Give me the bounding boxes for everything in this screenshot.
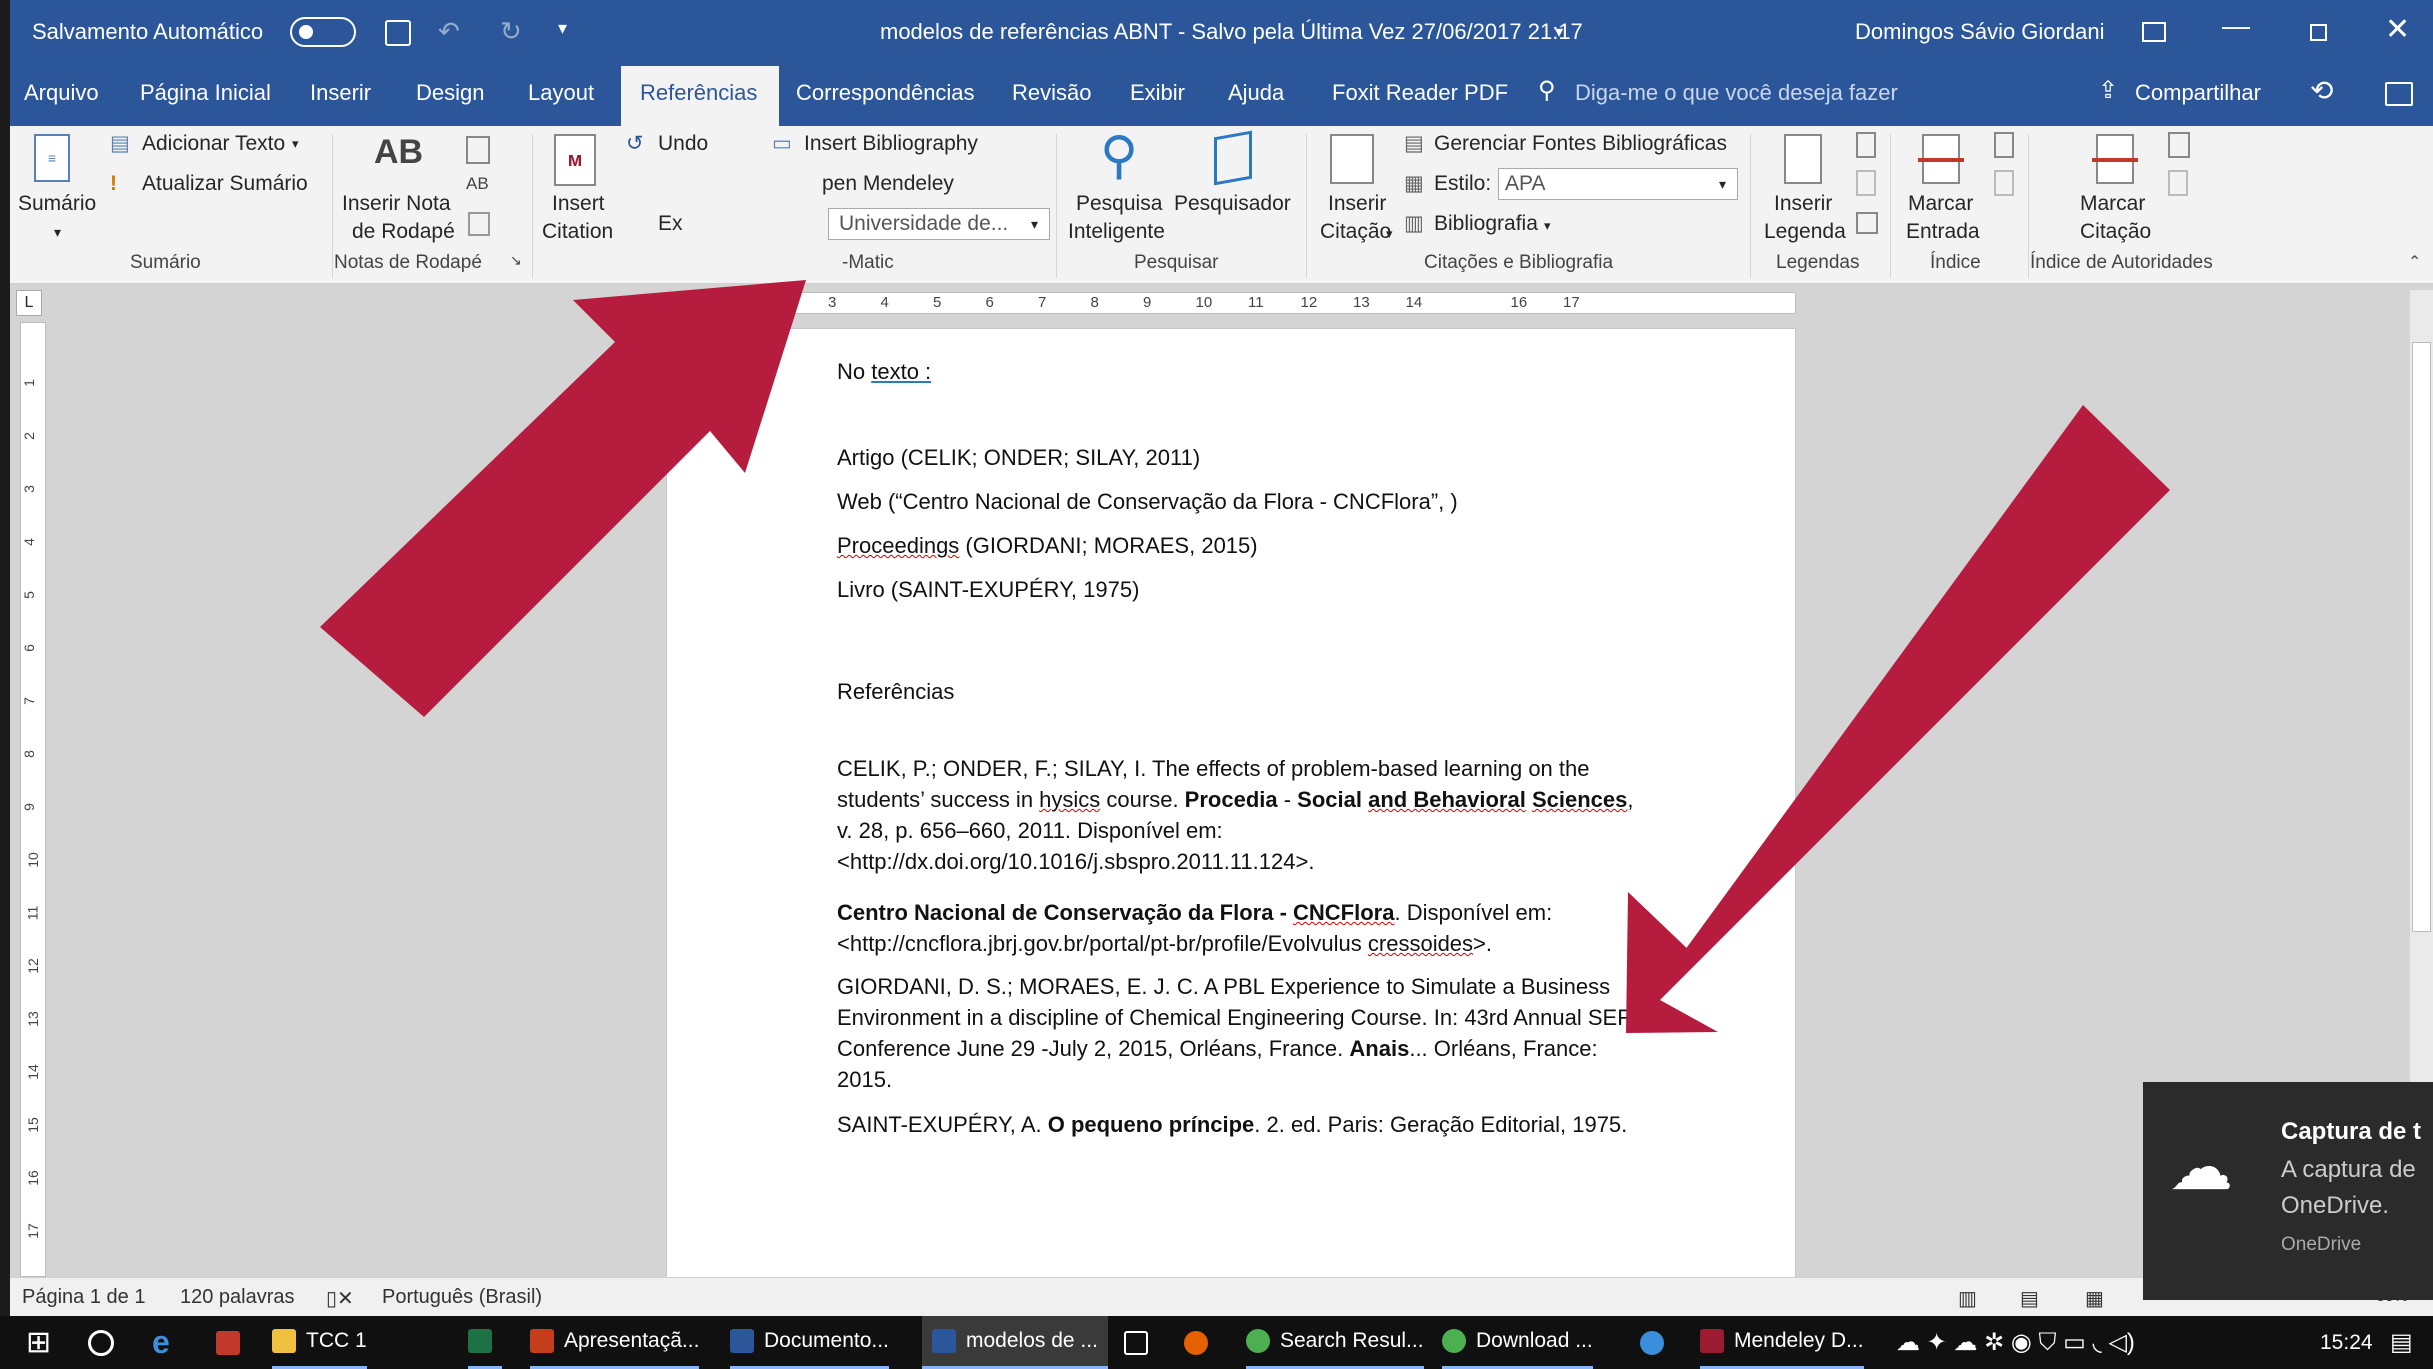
cortana-icon[interactable] [88,1316,114,1369]
taskbar-item-documento[interactable]: Documento... [730,1316,889,1369]
taskbar-item-search-results[interactable]: Search Resul... [1246,1316,1424,1369]
app-icon[interactable] [1640,1316,1674,1369]
cloud-icon: ☁ [2169,1131,2233,1203]
arrow-right [1626,405,2170,1033]
annotation-arrows [320,280,2170,1033]
taskbar-item-powerpoint[interactable]: Apresentaçã... [530,1316,700,1369]
taskbar-excel-icon[interactable] [468,1316,502,1369]
read-mode-icon[interactable]: ▥ [1958,1286,1977,1311]
edge-icon[interactable]: e [152,1316,170,1369]
mail-icon[interactable] [1124,1316,1158,1369]
toast-source: OneDrive [2281,1234,2362,1255]
word-count[interactable]: 120 palavras [180,1286,295,1309]
toast-line1: A captura de [2281,1156,2416,1183]
language[interactable]: Português (Brasil) [382,1286,542,1309]
taskbar-item-tcc[interactable]: TCC 1 [272,1316,367,1369]
action-center-icon[interactable]: ▤ [2390,1316,2413,1369]
print-layout-icon[interactable]: ▤ [2020,1286,2039,1311]
tray-icons[interactable]: ☁ ✦ ☁ ✲ ◉ ⛉ ▭ ◟ ◁) [1896,1316,2135,1369]
proofing-icon[interactable]: ▯✕ [326,1286,354,1311]
taskbar-item-modelos[interactable]: modelos de ... [922,1316,1108,1369]
toast-line2: OneDrive. [2281,1192,2390,1219]
taskbar-item-download[interactable]: Download ... [1442,1316,1593,1369]
snipping-icon[interactable] [216,1316,250,1369]
status-bar: Página 1 de 1 120 palavras ▯✕ Português … [10,1277,2433,1316]
arrow-left [320,280,806,717]
start-icon[interactable]: ⊞ [26,1316,51,1369]
web-layout-icon[interactable]: ▦ [2085,1286,2104,1311]
windows-taskbar: ⊞ e TCC 1 Apresentaçã... Documento... mo… [0,1316,2433,1369]
onedrive-notification[interactable]: ☁ Captura de t A captura de OneDrive. On… [2143,1082,2433,1300]
word-window: Salvamento Automático ↶ ↻ ▾ modelos de r… [10,0,2433,1316]
page-count[interactable]: Página 1 de 1 [22,1286,145,1309]
clock[interactable]: 15:24 [2320,1316,2373,1369]
toast-title: Captura de t [2281,1118,2422,1145]
taskbar-item-mendeley[interactable]: Mendeley D... [1700,1316,1864,1369]
firefox-icon[interactable] [1184,1316,1218,1369]
